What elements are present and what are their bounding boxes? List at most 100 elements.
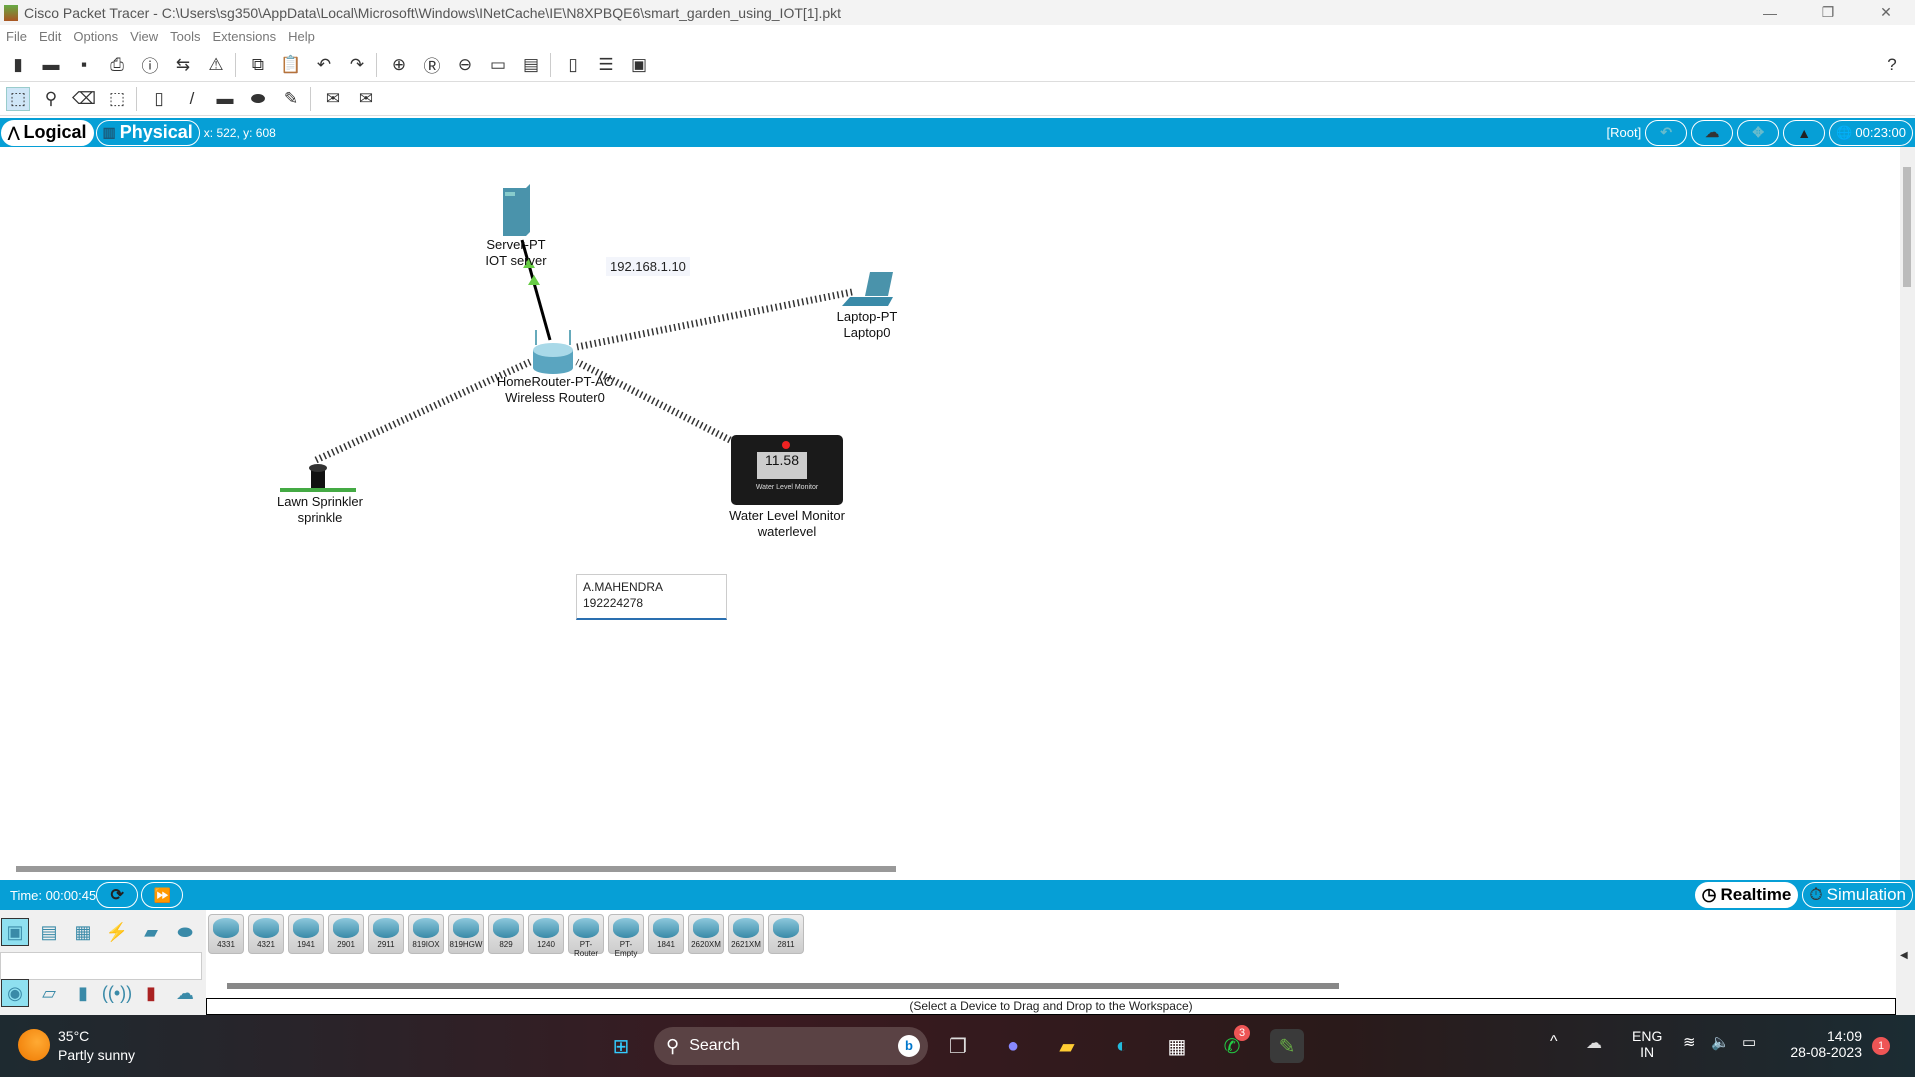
packet-tracer-taskbar-icon[interactable]: ✎ <box>1270 1029 1304 1063</box>
custom-device-icon[interactable]: ⚠ <box>204 53 228 77</box>
set-background-icon[interactable]: ▲ <box>1783 119 1826 146</box>
menu-file[interactable]: File <box>6 29 27 44</box>
file-explorer-icon[interactable]: ▰ <box>1050 1029 1084 1063</box>
back-icon[interactable]: ↶ <box>1645 119 1688 146</box>
sprinkler-name-label[interactable]: sprinkle <box>298 510 343 526</box>
laptop-name-label[interactable]: Laptop0 <box>844 325 891 341</box>
wireless-router-icon[interactable] <box>533 330 573 374</box>
router-model-2621xm[interactable]: 2621XM <box>728 914 764 954</box>
show-hidden-icons[interactable]: ^ <box>1550 1033 1558 1051</box>
laptop-icon[interactable] <box>842 272 893 306</box>
network-device-icon[interactable]: ☰ <box>594 53 618 77</box>
wifi-icon[interactable]: ≋ <box>1683 1033 1696 1051</box>
bing-icon[interactable]: b <box>898 1035 920 1057</box>
router-model-1240[interactable]: 1240 <box>528 914 564 954</box>
save-icon[interactable]: ▪ <box>72 53 96 77</box>
router-model-4331[interactable]: 4331 <box>208 914 244 954</box>
help-button[interactable]: ? <box>1880 53 1904 77</box>
router-model-819iox[interactable]: 819IOX <box>408 914 444 954</box>
edge-browser-icon[interactable]: ◐ <box>1105 1029 1139 1063</box>
battery-icon[interactable]: ▭ <box>1742 1033 1756 1051</box>
notification-badge[interactable]: 1 <box>1872 1037 1890 1055</box>
delete-icon[interactable]: ⌫ <box>72 87 96 111</box>
menu-extensions[interactable]: Extensions <box>212 29 276 44</box>
fast-forward-icon[interactable]: ⏩ <box>141 882 184 908</box>
router-model-2901[interactable]: 2901 <box>328 914 364 954</box>
network-devices-category-icon[interactable]: ▣ <box>1 918 29 946</box>
router-model-829[interactable]: 829 <box>488 914 524 954</box>
open-folder-icon[interactable]: ▬ <box>39 53 63 77</box>
cloud-image-icon[interactable]: ▣ <box>627 53 651 77</box>
zoom-in-icon[interactable]: ⊕ <box>387 53 411 77</box>
move-object-icon[interactable]: ✥ <box>1737 119 1780 146</box>
minimize-button[interactable]: — <box>1741 0 1799 25</box>
search-box[interactable]: ⚲ Search b <box>654 1027 928 1065</box>
logical-workspace[interactable]: Server-PT IOT server 192.168.1.10 Laptop… <box>0 147 1900 880</box>
weather-desc[interactable]: Partly sunny <box>58 1047 135 1063</box>
tab-physical[interactable]: ▥ Physical <box>95 119 200 146</box>
inspect-icon[interactable]: ⚲ <box>39 87 63 111</box>
custom-devices-dialog-icon[interactable]: ▯ <box>561 53 585 77</box>
connections-category-icon[interactable]: ⚡ <box>103 918 131 946</box>
router-model-2811[interactable]: 2811 <box>768 914 804 954</box>
wireless-devices-subcategory-icon[interactable]: ((•)) <box>102 979 132 1007</box>
router-model-1941[interactable]: 1941 <box>288 914 324 954</box>
weather-temp[interactable]: 35°C <box>58 1028 89 1044</box>
power-cycle-icon[interactable]: ⟳ <box>96 882 139 908</box>
menu-view[interactable]: View <box>130 29 158 44</box>
realtime-mode-tab[interactable]: ◷ Realtime <box>1694 882 1799 908</box>
hubs-subcategory-icon[interactable]: ▮ <box>69 979 97 1007</box>
horizontal-scrollbar[interactable] <box>16 866 896 872</box>
ip-address-note[interactable]: 192.168.1.10 <box>606 257 690 276</box>
components-category-icon[interactable]: ▦ <box>69 918 97 946</box>
activity-wizard-icon[interactable]: ⇆ <box>171 53 195 77</box>
place-note-icon[interactable]: ▯ <box>147 87 171 111</box>
simulation-mode-tab[interactable]: ⏱ Simulation <box>1802 882 1913 908</box>
new-cluster-icon[interactable]: ☁ <box>1691 119 1734 146</box>
panel-collapse-icon[interactable]: ◀ <box>1900 950 1908 961</box>
routers-subcategory-icon[interactable]: ◉ <box>1 979 29 1007</box>
menu-tools[interactable]: Tools <box>170 29 200 44</box>
weather-icon[interactable] <box>18 1029 50 1061</box>
server-name-label[interactable]: IOT server <box>485 253 546 269</box>
info-icon[interactable]: ⓘ <box>138 53 162 77</box>
window-icon[interactable]: ▭ <box>486 53 510 77</box>
clock[interactable]: 14:09 28-08-2023 <box>1780 1028 1862 1060</box>
onedrive-icon[interactable]: ☁ <box>1586 1033 1602 1053</box>
viewport-clock[interactable]: 🌐 00:23:00 <box>1829 119 1913 146</box>
router-model-2620xm[interactable]: 2620XM <box>688 914 724 954</box>
menu-options[interactable]: Options <box>73 29 118 44</box>
router-model-pt-router[interactable]: PT-Router <box>568 914 604 958</box>
menu-help[interactable]: Help <box>288 29 315 44</box>
vertical-scrollbar[interactable] <box>1900 147 1915 880</box>
router-model-2911[interactable]: 2911 <box>368 914 404 954</box>
teams-chat-icon[interactable]: ● <box>996 1029 1030 1063</box>
lawn-sprinkler-icon[interactable] <box>280 464 356 492</box>
end-devices-category-icon[interactable]: ▤ <box>35 918 63 946</box>
close-button[interactable]: ✕ <box>1857 0 1915 25</box>
language-indicator[interactable]: ENG IN <box>1632 1028 1662 1060</box>
router-model-4321[interactable]: 4321 <box>248 914 284 954</box>
draw-line-icon[interactable]: / <box>180 87 204 111</box>
zoom-reset-icon[interactable]: Ⓡ <box>420 53 444 77</box>
add-complex-pdu-icon[interactable]: ✉ <box>354 87 378 111</box>
palette-icon[interactable]: ▤ <box>519 53 543 77</box>
redo-icon[interactable]: ↷ <box>345 53 369 77</box>
restore-button[interactable]: ❐ <box>1799 0 1857 25</box>
draw-ellipse-icon[interactable]: ⬬ <box>246 87 270 111</box>
copy-icon[interactable]: ⧉ <box>246 53 270 77</box>
water-level-monitor-icon[interactable] <box>731 435 843 505</box>
draw-rectangle-icon[interactable]: ▬ <box>213 87 237 111</box>
undo-icon[interactable]: ↶ <box>312 53 336 77</box>
paste-icon[interactable]: 📋 <box>279 53 303 77</box>
router-model-1841[interactable]: 1841 <box>648 914 684 954</box>
multiuser-category-icon[interactable]: ⬬ <box>171 918 199 946</box>
security-subcategory-icon[interactable]: ▮ <box>137 979 165 1007</box>
student-note[interactable]: A.MAHENDRA 192224278 <box>576 574 727 620</box>
select-icon[interactable]: ⬚ <box>6 86 30 111</box>
volume-icon[interactable]: 🔈 <box>1711 1033 1730 1051</box>
wan-emulation-subcategory-icon[interactable]: ☁ <box>171 979 199 1007</box>
tab-logical[interactable]: ⋀ Logical <box>1 119 94 146</box>
menu-edit[interactable]: Edit <box>39 29 61 44</box>
print-icon[interactable]: ⎙ <box>105 53 129 77</box>
